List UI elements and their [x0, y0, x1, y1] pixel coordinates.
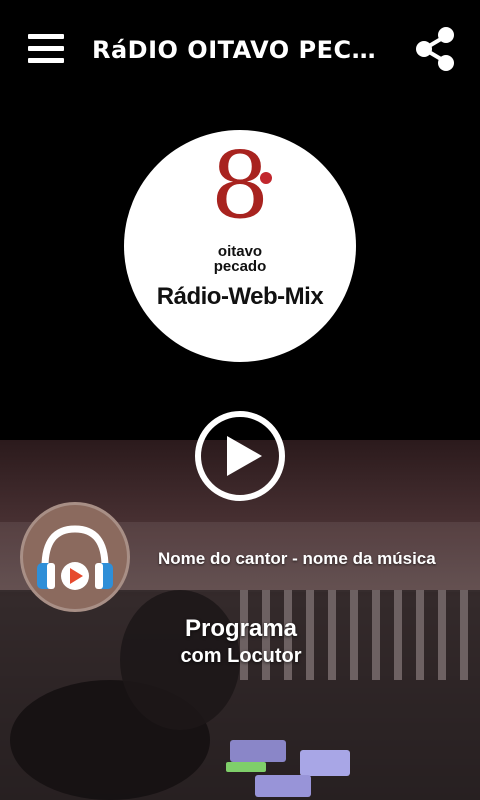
- song-cover-avatar: [20, 502, 130, 612]
- logo-station-name: Rádio-Web-Mix: [156, 283, 324, 310]
- app-title: RáDIO OITAVO PECADO RáDIO-WEB-MIX: [92, 36, 392, 64]
- share-icon[interactable]: [414, 26, 456, 72]
- logo-numeral: 8: [210, 132, 270, 239]
- program-info: Programa com Locutor: [140, 614, 342, 668]
- logo-line-oitavo: oitavo: [217, 243, 263, 260]
- program-title: Programa: [184, 615, 298, 642]
- play-icon: [227, 436, 262, 476]
- logo-line-pecado: pecado: [213, 258, 267, 275]
- now-playing-text: Nome do cantor - nome da música: [158, 549, 436, 568]
- app-bar: RáDIO OITAVO PECADO RáDIO-WEB-MIX: [0, 0, 480, 100]
- apple-icon: [260, 172, 272, 184]
- play-button[interactable]: [194, 410, 286, 502]
- program-host: com Locutor: [180, 645, 302, 667]
- hamburger-menu-icon[interactable]: [28, 34, 64, 64]
- headphones-icon: [37, 525, 113, 590]
- station-logo: 8 oitavo pecado Rádio-Web-Mix: [124, 130, 356, 362]
